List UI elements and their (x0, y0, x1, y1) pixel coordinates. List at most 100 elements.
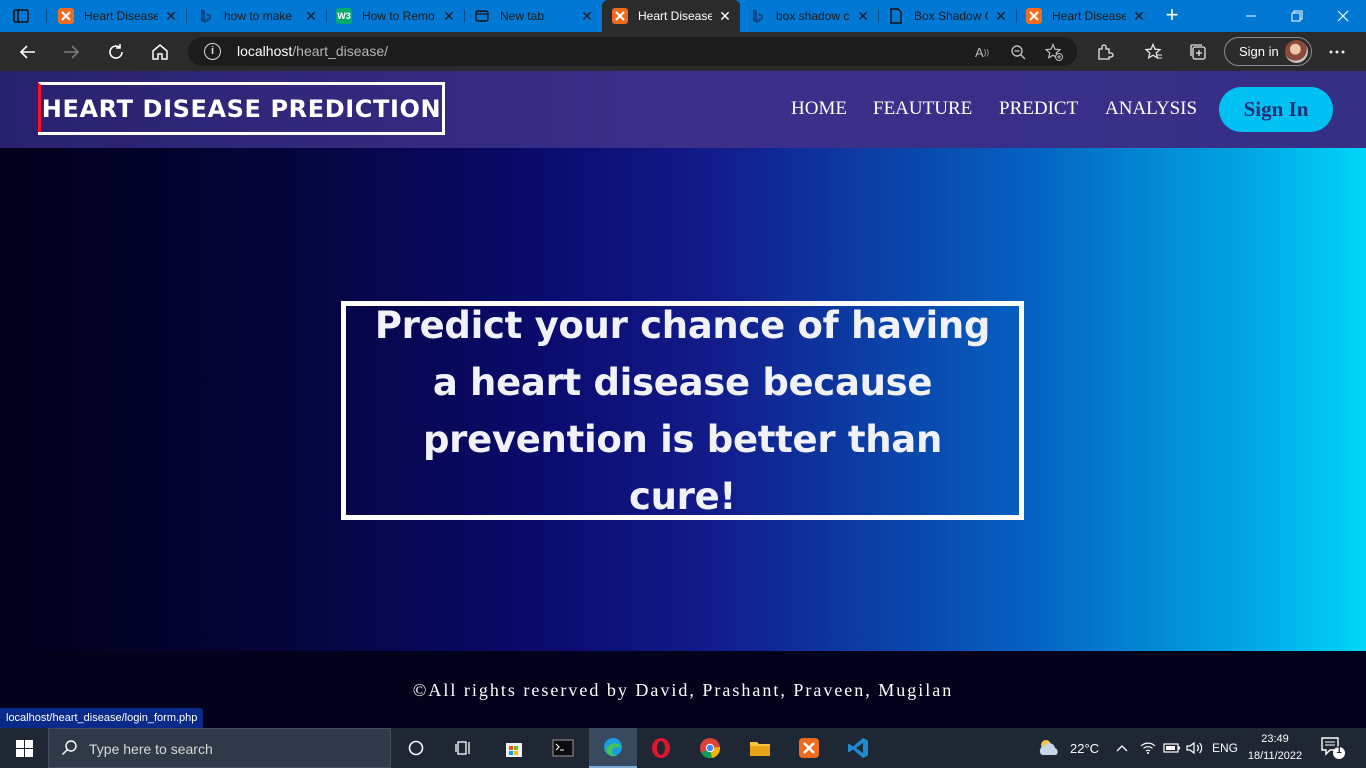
bing-icon (750, 8, 766, 24)
nav-analysis-link[interactable]: ANALYSIS (1105, 98, 1197, 120)
notification-count-badge: 1 (1336, 745, 1342, 756)
close-icon[interactable]: ✕ (994, 8, 1008, 25)
profile-sign-in-label: Sign in (1239, 44, 1279, 59)
close-icon[interactable]: ✕ (718, 8, 732, 25)
address-host: localhost (237, 43, 293, 59)
tab-box-shadow-search[interactable]: box shadow c ✕ (740, 0, 878, 32)
site-footer: ©All rights reserved by David, Prashant,… (0, 651, 1366, 728)
sign-in-button[interactable]: Sign In (1219, 87, 1333, 132)
address-text[interactable]: localhost/heart_disease/ (237, 43, 388, 59)
cortana-icon[interactable] (392, 728, 440, 768)
tray-chevron-up-icon[interactable] (1115, 728, 1129, 768)
refresh-icon[interactable] (102, 38, 130, 66)
tab-heart-disease-1[interactable]: Heart Disease ✕ (48, 0, 186, 32)
language-indicator[interactable]: ENG (1212, 728, 1238, 768)
clock-time: 23:49 (1261, 733, 1289, 745)
nav-home-link[interactable]: HOME (791, 98, 847, 120)
browser-toolbar: i localhost/heart_disease/ A)) Sign in (0, 32, 1366, 71)
home-icon[interactable] (146, 38, 174, 66)
tab-label: Box Shadow C (914, 9, 988, 23)
document-icon (888, 8, 904, 24)
close-icon[interactable]: ✕ (580, 8, 594, 25)
tab-heart-disease-3[interactable]: Heart Disease ✕ (1016, 0, 1154, 32)
minimize-icon[interactable] (1228, 0, 1274, 32)
close-icon[interactable]: ✕ (304, 8, 318, 25)
tab-heart-disease-active[interactable]: Heart Disease ✕ (602, 0, 740, 32)
battery-icon[interactable] (1163, 728, 1181, 768)
tab-label: Heart Disease (1052, 9, 1126, 23)
task-view-icon[interactable] (440, 728, 488, 768)
w3schools-icon: W3 (336, 8, 352, 24)
terminal-icon[interactable] (539, 728, 587, 768)
opera-icon[interactable] (637, 728, 685, 768)
back-arrow-icon[interactable] (14, 38, 42, 66)
xampp-icon (1026, 8, 1042, 24)
hero-box: Predict your chance of having a heart di… (341, 301, 1024, 520)
tab-separator (186, 9, 187, 23)
add-favorite-icon[interactable] (1044, 42, 1064, 62)
info-icon[interactable]: i (204, 43, 221, 60)
tab-label: New tab (500, 9, 545, 23)
tab-how-to-remove[interactable]: W3 How to Remo ✕ (326, 0, 464, 32)
restore-icon[interactable] (1274, 0, 1320, 32)
zoom-out-icon[interactable] (1008, 42, 1028, 62)
hero-headline: Predict your chance of having a heart di… (374, 303, 991, 518)
footer-copyright: ©All rights reserved by David, Prashant,… (412, 680, 954, 700)
close-window-icon[interactable] (1320, 0, 1366, 32)
nav-predict-link[interactable]: PREDICT (999, 98, 1078, 120)
extensions-icon[interactable] (1093, 40, 1117, 64)
site-header: HEART DISEASE PREDICTION HOME FEAUTURE P… (0, 71, 1366, 148)
xampp-taskbar-icon[interactable] (785, 728, 833, 768)
taskbar-clock[interactable]: 23:49 18/11/2022 (1242, 731, 1308, 765)
forward-arrow-icon[interactable] (57, 38, 85, 66)
close-icon[interactable]: ✕ (856, 8, 870, 25)
profile-sign-in-button[interactable]: Sign in (1224, 37, 1312, 66)
windows-start-icon[interactable] (0, 728, 48, 768)
language-label: ENG (1212, 741, 1239, 755)
browser-tab-strip: Heart Disease ✕ how to make ✕ W3 How to … (0, 0, 1366, 32)
more-menu-icon[interactable] (1325, 40, 1349, 64)
vscode-icon[interactable] (834, 728, 882, 768)
microsoft-store-icon[interactable] (490, 728, 538, 768)
tab-how-to-make[interactable]: how to make ✕ (188, 0, 326, 32)
nav-feature-link[interactable]: FEAUTURE (873, 98, 972, 120)
avatar (1285, 40, 1308, 63)
xampp-icon (58, 8, 74, 24)
site-logo[interactable]: HEART DISEASE PREDICTION (38, 82, 445, 135)
tab-label: Heart Disease (84, 9, 158, 23)
favorites-icon[interactable] (1142, 40, 1166, 64)
site-logo-text: HEART DISEASE PREDICTION (41, 94, 442, 123)
file-explorer-icon[interactable] (736, 728, 784, 768)
chrome-icon[interactable] (686, 728, 734, 768)
tab-new-tab[interactable]: New tab ✕ (464, 0, 602, 32)
tab-actions-icon[interactable] (10, 6, 32, 26)
wifi-icon[interactable] (1140, 728, 1156, 768)
tab-label: Heart Disease (638, 9, 712, 23)
weather-widget[interactable]: 22°C (1036, 728, 1099, 768)
close-icon[interactable]: ✕ (442, 8, 456, 25)
notification-center-icon[interactable]: 1 (1320, 736, 1346, 760)
tab-label: box shadow c (776, 9, 850, 23)
address-bar[interactable]: i localhost/heart_disease/ A)) (188, 37, 1077, 66)
weather-cloud-icon (1036, 737, 1062, 760)
tab-label: how to make (224, 9, 293, 23)
new-tab-button[interactable]: + (1160, 4, 1184, 28)
bing-icon (198, 8, 214, 24)
edge-browser-icon[interactable] (589, 728, 637, 768)
tab-label: How to Remo (362, 9, 435, 23)
read-aloud-icon[interactable]: A)) (972, 42, 992, 62)
address-path: /heart_disease/ (292, 43, 388, 59)
close-icon[interactable]: ✕ (1132, 8, 1146, 25)
close-icon[interactable]: ✕ (164, 8, 178, 25)
clock-date: 18/11/2022 (1247, 750, 1303, 762)
search-icon (61, 739, 79, 762)
newtab-icon (474, 8, 490, 24)
collections-icon[interactable] (1186, 40, 1210, 64)
tab-box-shadow-page[interactable]: Box Shadow C ✕ (878, 0, 1016, 32)
windows-taskbar: Type here to search 22°C ENG 23:49 18/11… (0, 728, 1366, 768)
search-placeholder: Type here to search (89, 741, 213, 757)
taskbar-search-box[interactable]: Type here to search (48, 728, 391, 768)
xampp-icon (612, 8, 628, 24)
tab-separator (46, 9, 47, 23)
volume-icon[interactable] (1186, 728, 1204, 768)
